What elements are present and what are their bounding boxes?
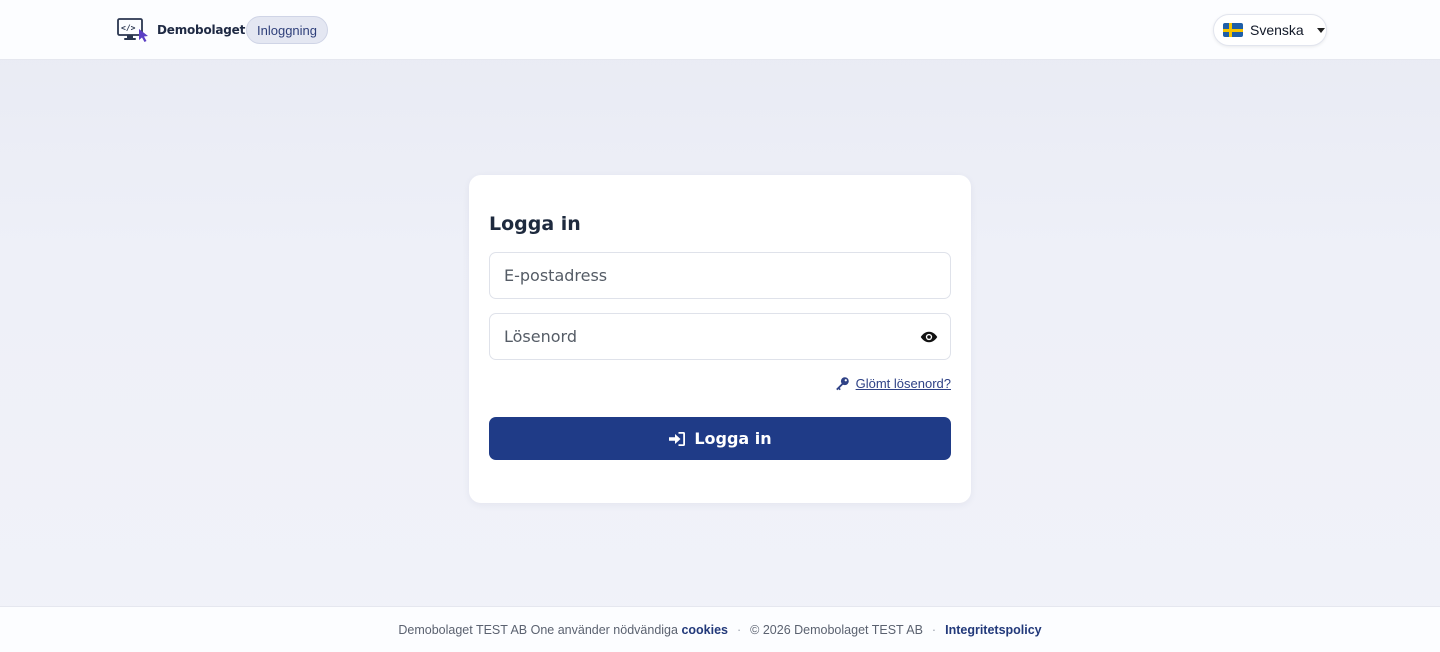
cookies-link[interactable]: cookies <box>681 623 728 637</box>
key-icon <box>835 377 849 391</box>
page-badge: Inloggning <box>246 16 328 44</box>
forgot-password-label: Glömt lösenord? <box>855 376 951 391</box>
top-bar: </> Demobolaget Inloggning Svenska <box>0 0 1440 60</box>
email-input[interactable] <box>490 253 950 298</box>
copyright-text: © 2026 Demobolaget TEST AB <box>750 622 923 637</box>
login-submit-button[interactable]: Logga in <box>489 417 951 460</box>
footer: Demobolaget TEST AB One använder nödvänd… <box>0 606 1440 652</box>
login-card: Logga in Glömt lösenord? <box>469 175 971 503</box>
sign-in-icon <box>669 431 686 446</box>
cookie-notice-text: Demobolaget TEST AB One använder nödvänd… <box>398 622 678 637</box>
footer-separator: · <box>737 622 742 637</box>
login-title: Logga in <box>489 213 581 235</box>
svg-text:</>: </> <box>121 24 136 33</box>
eye-icon[interactable] <box>920 328 938 346</box>
password-field-wrapper <box>489 313 951 360</box>
privacy-policy-link[interactable]: Integritetspolicy <box>945 623 1042 637</box>
caret-down-icon <box>1316 27 1325 33</box>
code-monitor-logo-icon: </> <box>117 18 148 42</box>
brand-name: Demobolaget <box>157 23 246 37</box>
password-input[interactable] <box>490 314 950 359</box>
language-dropdown[interactable]: Svenska <box>1213 14 1327 46</box>
login-submit-label: Logga in <box>694 429 772 448</box>
forgot-password-link[interactable]: Glömt lösenord? <box>835 376 951 391</box>
brand-logo-link[interactable]: </> Demobolaget <box>117 16 245 44</box>
sweden-flag-icon <box>1223 23 1243 37</box>
email-field-wrapper <box>489 252 951 299</box>
footer-separator: · <box>931 622 937 637</box>
language-label: Svenska <box>1250 22 1304 38</box>
